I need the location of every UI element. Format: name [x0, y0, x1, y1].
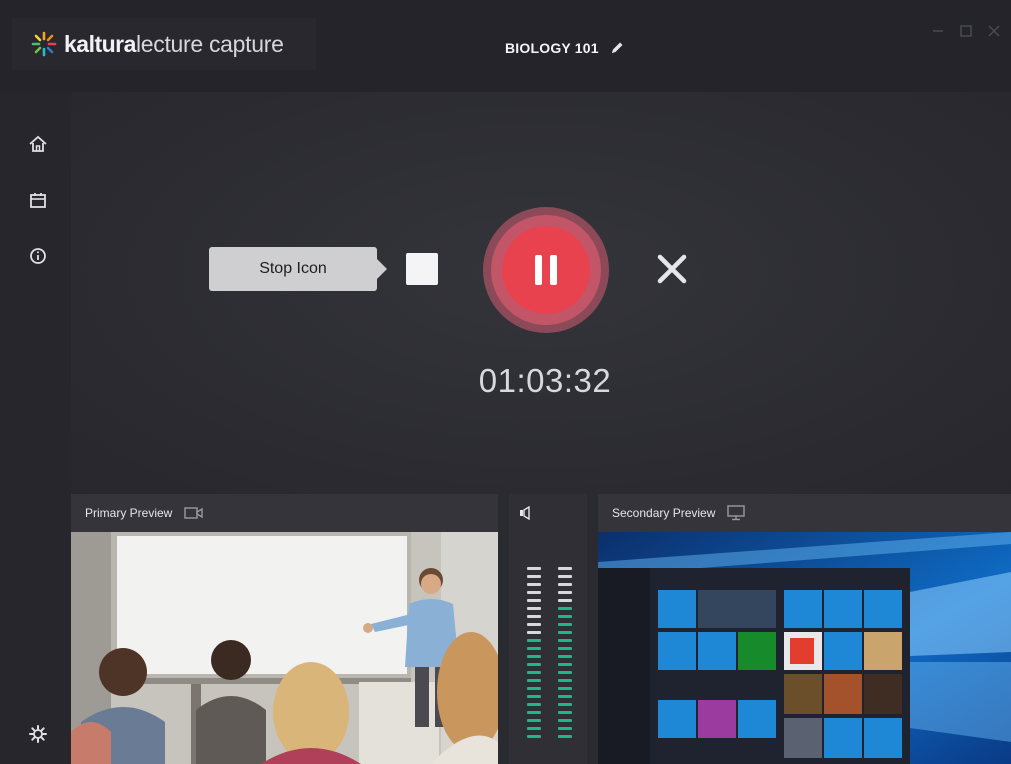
window-controls — [929, 22, 1003, 40]
audio-level-bar — [558, 727, 572, 730]
audio-level-bar — [558, 679, 572, 682]
stop-tooltip: Stop Icon — [209, 247, 377, 291]
audio-level-bar — [558, 615, 572, 618]
audio-level-bar — [527, 607, 541, 610]
audio-level-bar — [527, 599, 541, 602]
audio-level-bar — [558, 695, 572, 698]
brand-product: lecture capture — [135, 30, 284, 57]
audio-level-bar — [527, 727, 541, 730]
audio-level-right — [558, 567, 572, 743]
audio-level-bar — [558, 703, 572, 706]
info-icon[interactable] — [28, 246, 48, 266]
audio-level-bar — [558, 655, 572, 658]
audio-level-bar — [527, 695, 541, 698]
secondary-preview-feed — [598, 532, 1011, 764]
pencil-icon[interactable] — [609, 40, 625, 56]
audio-level-bar — [527, 671, 541, 674]
audio-level-bar — [558, 607, 572, 610]
audio-level-bar — [558, 687, 572, 690]
home-icon[interactable] — [28, 134, 48, 154]
title-bar: kaltura lecture capture BIOLOGY 101 — [0, 0, 1011, 92]
audio-level-bar — [558, 591, 572, 594]
audio-level-bar — [527, 663, 541, 666]
recording-title[interactable]: BIOLOGY 101 — [505, 36, 625, 60]
audio-level-bar — [558, 663, 572, 666]
audio-level-bar — [527, 703, 541, 706]
minimize-icon[interactable] — [929, 22, 947, 40]
primary-preview-feed — [71, 532, 498, 764]
audio-level-bar — [558, 719, 572, 722]
audio-level-bar — [558, 711, 572, 714]
audio-level-bar — [527, 631, 541, 634]
audio-level-bar — [527, 719, 541, 722]
audio-level-bar — [527, 655, 541, 658]
kaltura-star-icon — [31, 31, 57, 57]
audio-level-bar — [558, 575, 572, 578]
maximize-icon[interactable] — [957, 22, 975, 40]
audio-level-bar — [527, 623, 541, 626]
audio-level-left — [527, 567, 541, 743]
pause-button[interactable] — [502, 226, 590, 314]
primary-preview-label: Primary Preview — [85, 506, 173, 520]
audio-level-bar — [558, 647, 572, 650]
audio-level-bar — [527, 679, 541, 682]
cancel-recording-button[interactable] — [655, 252, 689, 286]
audio-level-bar — [558, 631, 572, 634]
recording-title-text: BIOLOGY 101 — [505, 40, 599, 56]
camera-icon[interactable] — [184, 506, 204, 520]
pause-icon-right — [550, 255, 557, 285]
audio-level-bar — [527, 711, 541, 714]
audio-level-bar — [558, 735, 572, 738]
app-window: kaltura lecture capture BIOLOGY 101 Stop… — [0, 0, 1011, 764]
speaker-icon[interactable] — [519, 506, 535, 520]
tooltip-pointer — [377, 259, 387, 279]
stop-button[interactable] — [406, 253, 438, 285]
recording-timer: 01:03:32 — [478, 362, 612, 399]
audio-level-bar — [558, 599, 572, 602]
audio-level-bar — [558, 623, 572, 626]
monitor-icon[interactable] — [727, 505, 746, 521]
brand-name: kaltura — [64, 30, 136, 57]
audio-level-bar — [558, 583, 572, 586]
audio-level-bar — [558, 567, 572, 570]
audio-level-bar — [527, 591, 541, 594]
close-icon[interactable] — [985, 22, 1003, 40]
sidebar — [0, 92, 71, 764]
audio-level-bar — [527, 615, 541, 618]
calendar-icon[interactable] — [28, 190, 48, 210]
gear-icon[interactable] — [28, 724, 48, 744]
audio-level-bar — [558, 639, 572, 642]
audio-level-bar — [527, 575, 541, 578]
primary-preview-header: Primary Preview — [71, 494, 498, 532]
audio-level-bar — [558, 671, 572, 674]
audio-level-bar — [527, 583, 541, 586]
pause-icon-left — [535, 255, 542, 285]
audio-level-bar — [527, 639, 541, 642]
audio-header — [509, 494, 587, 532]
secondary-preview-header: Secondary Preview — [598, 494, 1011, 532]
screen-share-image — [598, 532, 1011, 764]
audio-level-bar — [527, 567, 541, 570]
brand-logo: kaltura lecture capture — [12, 18, 316, 70]
classroom-camera-image — [71, 532, 498, 764]
audio-level-bar — [527, 687, 541, 690]
audio-level-bar — [527, 735, 541, 738]
audio-level-bar — [527, 647, 541, 650]
audio-meter-panel — [509, 494, 587, 764]
secondary-preview-label: Secondary Preview — [612, 506, 716, 520]
